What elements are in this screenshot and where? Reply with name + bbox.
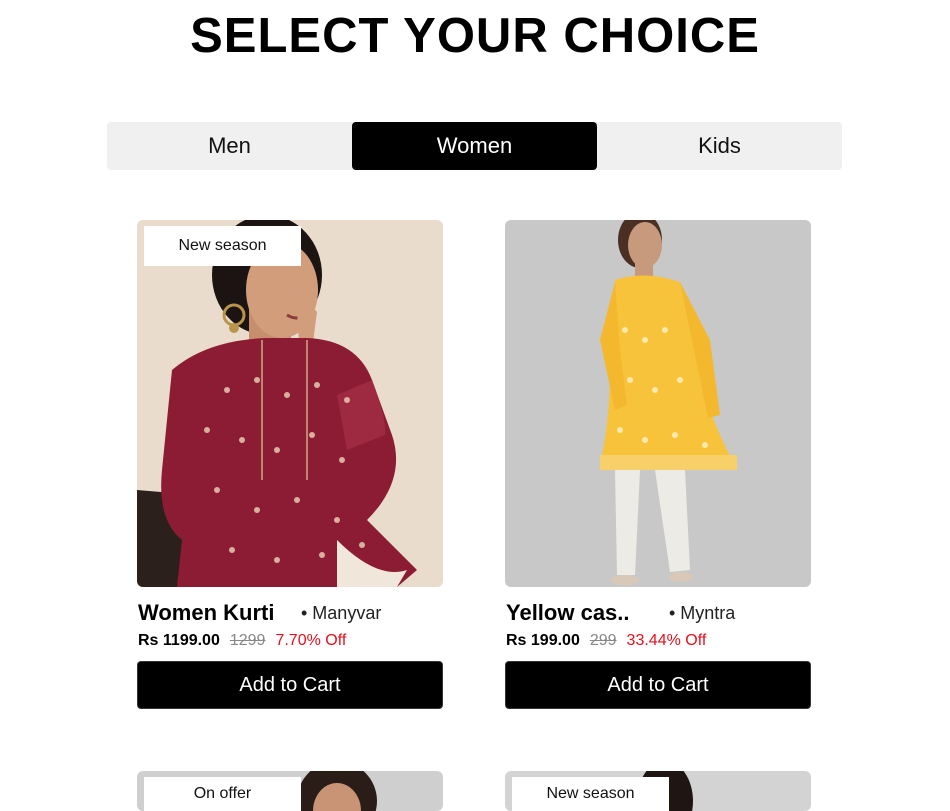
product-discount: 7.70% Off <box>275 632 347 649</box>
product-badge: On offer <box>144 777 301 811</box>
tab-women[interactable]: Women <box>352 122 597 170</box>
add-to-cart-button[interactable]: Add to Cart <box>505 661 811 709</box>
product-image[interactable]: On offer <box>137 771 443 811</box>
product-discount: 33.44% Off <box>626 632 707 649</box>
tab-men[interactable]: Men <box>107 122 352 170</box>
product-card[interactable]: Yellow cas.. • Myntra Rs 199.00 299 33.44%… <box>505 220 811 709</box>
product-badge: New season <box>144 226 301 266</box>
tab-kids[interactable]: Kids <box>597 122 842 170</box>
product-brand: • Myntra <box>669 603 736 623</box>
product-price: Rs 1199.00 <box>138 632 220 649</box>
page-title: SELECT YOUR CHOICE <box>190 9 760 63</box>
product-brand: • Manyvar <box>301 603 382 623</box>
product-name[interactable]: Yellow cas.. <box>506 600 630 626</box>
add-to-cart-button[interactable]: Add to Cart <box>137 661 443 709</box>
product-image[interactable] <box>505 220 811 587</box>
product-mrp: 1299 <box>229 632 266 649</box>
product-mrp: 299 <box>589 632 617 649</box>
product-price: Rs 199.00 <box>506 632 580 649</box>
product-card[interactable]: New season <box>505 771 811 811</box>
product-card[interactable]: New season Women Kurti • Manyvar Rs 1199… <box>137 220 443 709</box>
product-badge: New season <box>512 777 669 811</box>
product-name[interactable]: Women Kurti <box>138 600 274 626</box>
category-tabs: Men Women Kids <box>107 122 842 170</box>
product-image[interactable]: New season <box>505 771 811 811</box>
product-card[interactable]: On offer <box>137 771 443 811</box>
product-image[interactable]: New season <box>137 220 443 587</box>
